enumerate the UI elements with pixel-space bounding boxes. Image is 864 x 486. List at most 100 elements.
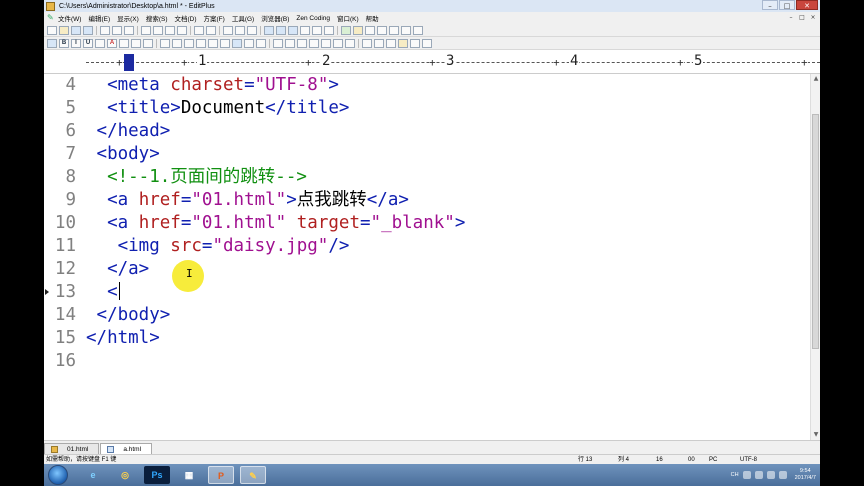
maximize-button[interactable]: □ bbox=[779, 0, 795, 10]
font-color-icon[interactable]: A bbox=[107, 38, 117, 48]
find-icon[interactable] bbox=[223, 25, 233, 35]
cut-icon[interactable] bbox=[141, 25, 151, 35]
word-wrap-icon[interactable] bbox=[264, 25, 274, 35]
delete-icon[interactable] bbox=[177, 25, 187, 35]
check-icon[interactable] bbox=[324, 25, 334, 35]
start-button[interactable] bbox=[48, 465, 68, 485]
open-folder-icon[interactable] bbox=[59, 25, 69, 35]
span-icon[interactable] bbox=[374, 38, 384, 48]
code-line[interactable]: 14 </body> bbox=[44, 304, 810, 327]
code-text[interactable]: </a> bbox=[86, 258, 149, 281]
paragraph-icon[interactable] bbox=[131, 38, 141, 48]
doc-close-button[interactable]: × bbox=[808, 13, 818, 22]
code-text[interactable]: <!--1.页面间的跳转--> bbox=[86, 166, 307, 189]
chrome-icon[interactable]: ◎ bbox=[112, 466, 138, 484]
select-icon[interactable] bbox=[333, 38, 343, 48]
tray-icon[interactable] bbox=[742, 471, 751, 479]
align-right-icon[interactable] bbox=[184, 38, 194, 48]
list-icon[interactable] bbox=[244, 38, 254, 48]
style-icon[interactable] bbox=[386, 38, 396, 48]
code-line[interactable]: 16 bbox=[44, 350, 810, 373]
code-line[interactable]: 4 <meta charset="UTF-8"> bbox=[44, 74, 810, 97]
text-field-icon[interactable] bbox=[285, 38, 295, 48]
checkbox-icon[interactable] bbox=[309, 38, 319, 48]
underline-icon[interactable]: U bbox=[83, 38, 93, 48]
code-line[interactable]: 10 <a href="01.html" target="_blank"> bbox=[44, 212, 810, 235]
doc-restore-button[interactable]: □ bbox=[797, 13, 807, 22]
window-tile-icon[interactable] bbox=[389, 25, 399, 35]
user-tool-icon[interactable] bbox=[353, 25, 363, 35]
find-in-files-icon[interactable] bbox=[247, 25, 257, 35]
code-text[interactable]: <a href="01.html" target="_blank"> bbox=[86, 212, 465, 235]
italic-icon[interactable]: I bbox=[71, 38, 81, 48]
browser-icon[interactable] bbox=[47, 38, 57, 48]
ie-icon[interactable]: e bbox=[80, 466, 106, 484]
code-line[interactable]: 7 <body> bbox=[44, 143, 810, 166]
network-icon[interactable] bbox=[766, 471, 775, 479]
code-line[interactable]: 12 </a> bbox=[44, 258, 810, 281]
code-text[interactable]: <a href="01.html">点我跳转</a> bbox=[86, 189, 409, 212]
menu-zen-coding[interactable]: Zen Coding bbox=[296, 15, 330, 22]
vertical-scrollbar[interactable]: ▲ ▼ bbox=[810, 74, 820, 440]
anchor-icon[interactable] bbox=[208, 38, 218, 48]
scrollbar-thumb[interactable] bbox=[812, 114, 819, 349]
taskbar-clock[interactable]: 9:54 2017/4/7 bbox=[795, 468, 816, 482]
volume-icon[interactable] bbox=[778, 471, 787, 479]
code-line[interactable]: 15 </html> bbox=[44, 327, 810, 350]
copy-icon[interactable] bbox=[153, 25, 163, 35]
tab-01-html[interactable]: 01.html bbox=[44, 443, 100, 454]
line-break-icon[interactable] bbox=[143, 38, 153, 48]
redo-icon[interactable] bbox=[206, 25, 216, 35]
radio-icon[interactable] bbox=[321, 38, 331, 48]
window-list-icon[interactable] bbox=[413, 25, 423, 35]
code-text[interactable]: <img src="daisy.jpg"/> bbox=[86, 235, 350, 258]
code-text[interactable]: < bbox=[86, 281, 120, 304]
menu-search[interactable]: 搜索(S) bbox=[146, 13, 168, 23]
menu-project[interactable]: 方案(F) bbox=[204, 13, 225, 23]
comment-icon[interactable] bbox=[256, 38, 266, 48]
code-line[interactable]: 6 </head> bbox=[44, 120, 810, 143]
undo-icon[interactable] bbox=[194, 25, 204, 35]
tray-icon[interactable] bbox=[754, 471, 763, 479]
photoshop-icon[interactable]: Ps bbox=[144, 466, 170, 484]
align-center-icon[interactable] bbox=[172, 38, 182, 48]
form-icon[interactable] bbox=[273, 38, 283, 48]
minimize-button[interactable]: – bbox=[762, 0, 778, 10]
code-line[interactable]: 11 <img src="daisy.jpg"/> bbox=[44, 235, 810, 258]
paste-icon[interactable] bbox=[165, 25, 175, 35]
code-text[interactable]: </head> bbox=[86, 120, 171, 143]
code-line[interactable]: 13 < bbox=[44, 281, 810, 304]
powerpoint-icon[interactable]: P bbox=[208, 466, 234, 484]
whitespace-icon[interactable] bbox=[300, 25, 310, 35]
tab-a-html[interactable]: a.html bbox=[100, 443, 153, 454]
menu-tools[interactable]: 工具(G) bbox=[232, 13, 254, 23]
print-preview-icon[interactable] bbox=[112, 25, 122, 35]
file-explorer-icon[interactable]: ▦ bbox=[176, 466, 202, 484]
cliptext-icon[interactable] bbox=[365, 25, 375, 35]
bold-icon[interactable]: B bbox=[59, 38, 69, 48]
title-bar[interactable]: C:\Users\Administrator\Desktop\a.html * … bbox=[44, 0, 820, 12]
menu-view[interactable]: 显示(X) bbox=[117, 13, 139, 23]
close-button[interactable]: ✕ bbox=[796, 0, 818, 10]
menu-document[interactable]: 文档(D) bbox=[174, 13, 196, 23]
code-text[interactable]: <meta charset="UTF-8"> bbox=[86, 74, 339, 97]
new-file-icon[interactable] bbox=[47, 25, 57, 35]
code-line[interactable]: 9 <a href="01.html">点我跳转</a> bbox=[44, 189, 810, 212]
color-picker-icon[interactable] bbox=[410, 38, 420, 48]
scroll-down-icon[interactable]: ▼ bbox=[811, 430, 820, 440]
button-icon[interactable] bbox=[297, 38, 307, 48]
script-icon[interactable] bbox=[398, 38, 408, 48]
scroll-up-icon[interactable]: ▲ bbox=[811, 74, 820, 84]
editplus-taskbar-icon[interactable]: ✎ bbox=[240, 466, 266, 484]
code-line[interactable]: 5 <title>Document</title> bbox=[44, 97, 810, 120]
directory-window-icon[interactable] bbox=[312, 25, 322, 35]
textarea-icon[interactable] bbox=[345, 38, 355, 48]
code-editor[interactable]: 16 15 </html> 14 </body> 13 <12 </a> 11 <img … bbox=[44, 74, 810, 440]
print-icon[interactable] bbox=[100, 25, 110, 35]
code-text[interactable]: <title>Document</title> bbox=[86, 97, 349, 120]
doc-minimize-button[interactable]: – bbox=[786, 13, 796, 22]
save-all-icon[interactable] bbox=[83, 25, 93, 35]
code-text[interactable]: </body> bbox=[86, 304, 171, 327]
menu-window[interactable]: 窗口(K) bbox=[337, 13, 359, 23]
menu-edit[interactable]: 编辑(E) bbox=[88, 13, 110, 23]
